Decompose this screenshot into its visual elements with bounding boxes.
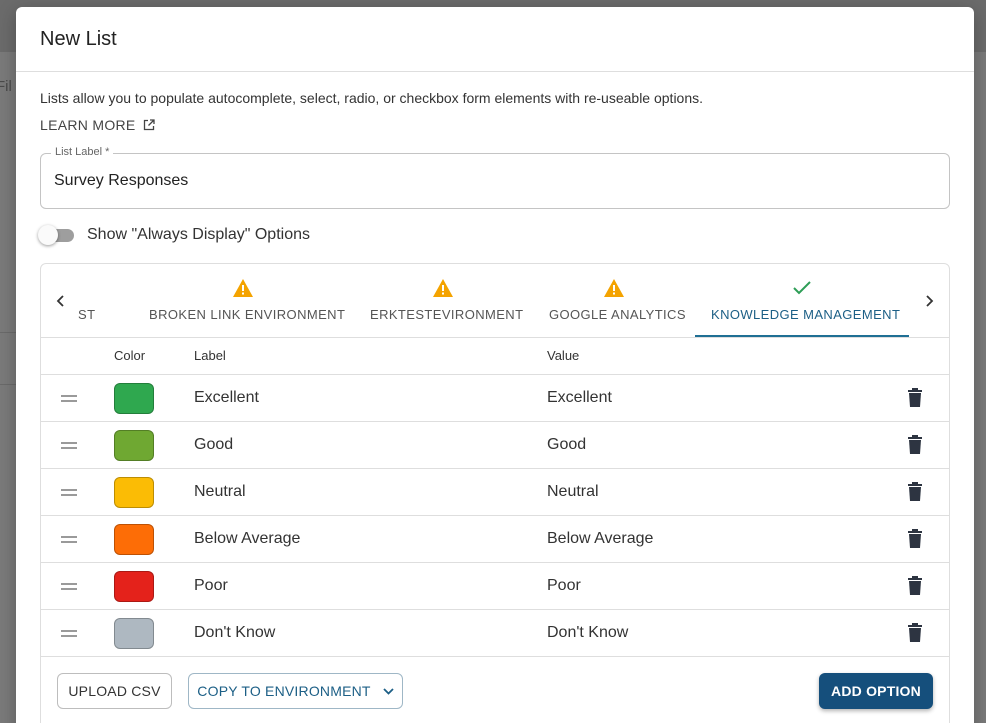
tab-partial[interactable]: ST [71,264,131,337]
column-header-color: Color [114,348,146,363]
warning-icon [604,279,624,297]
tab-label: ERKTESTEVIRONMENT [370,307,524,322]
color-swatch[interactable] [114,430,154,461]
trash-icon[interactable] [907,435,923,454]
drag-handle-icon[interactable] [61,442,77,449]
drag-handle-icon[interactable] [61,395,77,402]
tab-label: KNOWLEDGE MANAGEMENT [711,307,901,322]
column-header-label: Label [194,348,226,363]
tabs-scroll-right-button[interactable] [914,286,944,316]
column-header-value: Value [547,348,580,363]
list-label-input[interactable] [54,172,934,190]
trash-icon[interactable] [907,576,923,595]
always-display-toggle-label: Show "Always Display" Options [87,226,310,243]
color-swatch[interactable] [114,524,154,555]
tab-broken-link-environment[interactable]: BROKEN LINK ENVIRONMENT [133,264,357,337]
option-label[interactable]: Excellent [194,389,259,407]
active-tab-indicator [695,335,909,337]
learn-more-link[interactable]: LEARN MORE [40,117,155,133]
trash-icon[interactable] [907,388,923,407]
color-swatch[interactable] [114,571,154,602]
check-icon [793,281,811,295]
tab-knowledge-management[interactable]: KNOWLEDGE MANAGEMENT [695,264,909,337]
option-value[interactable]: Neutral [547,483,599,501]
trash-icon[interactable] [907,529,923,548]
option-label[interactable]: Don't Know [194,624,275,642]
trash-icon[interactable] [907,623,923,642]
warning-icon [433,279,453,297]
always-display-toggle-row: Show "Always Display" Options [38,225,310,245]
background-divider [0,332,16,333]
learn-more-label: LEARN MORE [40,117,136,133]
copy-to-environment-label: COPY TO ENVIRONMENT [197,683,371,699]
new-list-dialog: New List Lists allow you to populate aut… [16,7,974,723]
chevron-down-icon [383,687,394,695]
chevron-right-icon [926,295,934,307]
list-label-field-label: List Label * [51,146,114,158]
drag-handle-icon[interactable] [61,536,77,543]
external-link-icon [143,119,155,131]
color-swatch[interactable] [114,477,154,508]
option-label[interactable]: Below Average [194,530,300,548]
table-row: Poor Poor [41,563,949,610]
dialog-header: New List [16,7,974,72]
option-value[interactable]: Don't Know [547,624,628,642]
toggle-thumb [38,225,58,245]
drag-handle-icon[interactable] [61,489,77,496]
upload-csv-button[interactable]: UPLOAD CSV [57,673,172,709]
option-value[interactable]: Good [547,436,586,454]
table-row: Good Good [41,422,949,469]
dialog-description: Lists allow you to populate autocomplete… [40,90,704,106]
table-row: Below Average Below Average [41,516,949,563]
table-row: Excellent Excellent [41,375,949,422]
environment-tabs: ST BROKEN LINK ENVIRONMENT ERKTESTEVIRON… [41,264,949,338]
tab-label: GOOGLE ANALYTICS [549,307,686,322]
tab-erktestevironment[interactable]: ERKTESTEVIRONMENT [357,264,532,337]
option-label[interactable]: Poor [194,577,228,595]
warning-icon [233,279,253,297]
option-label[interactable]: Good [194,436,233,454]
background-filter-text: Fil [0,78,12,95]
add-option-button[interactable]: ADD OPTION [819,673,933,709]
drag-handle-icon[interactable] [61,583,77,590]
background-divider [0,384,16,385]
chevron-left-icon [56,295,64,307]
option-value[interactable]: Excellent [547,389,612,407]
tab-google-analytics[interactable]: GOOGLE ANALYTICS [532,264,695,337]
always-display-toggle[interactable] [38,225,74,245]
table-row: Don't Know Don't Know [41,610,949,657]
panel-footer: UPLOAD CSV COPY TO ENVIRONMENT ADD OPTIO… [41,657,949,723]
color-swatch[interactable] [114,383,154,414]
environment-options-panel: ST BROKEN LINK ENVIRONMENT ERKTESTEVIRON… [40,263,950,723]
tab-label: BROKEN LINK ENVIRONMENT [149,307,346,322]
option-value[interactable]: Poor [547,577,581,595]
color-swatch[interactable] [114,618,154,649]
table-row: Neutral Neutral [41,469,949,516]
drag-handle-icon[interactable] [61,630,77,637]
option-label[interactable]: Neutral [194,483,246,501]
options-table-header: Color Label Value [41,338,949,375]
trash-icon[interactable] [907,482,923,501]
list-label-field: List Label * [40,146,950,209]
option-value[interactable]: Below Average [547,530,653,548]
copy-to-environment-button[interactable]: COPY TO ENVIRONMENT [188,673,403,709]
tab-label: ST [78,307,96,322]
dialog-title: New List [40,27,117,50]
